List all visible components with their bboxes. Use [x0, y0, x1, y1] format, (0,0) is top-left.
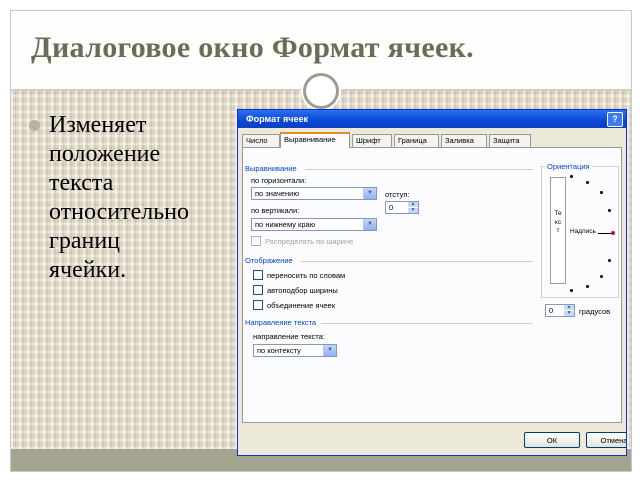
vertical-select[interactable]: по нижнему краю ▼ — [251, 218, 377, 231]
tab-fill[interactable]: Заливка — [441, 134, 487, 147]
shrink-to-fit-row[interactable]: автоподбор ширины — [253, 285, 338, 295]
dial-pointer — [598, 233, 612, 234]
cancel-button[interactable]: Отмена — [586, 432, 626, 448]
direction-group-label: Направление текста — [245, 318, 317, 327]
horizontal-select-value: по значению — [255, 189, 299, 198]
indent-value: 0 — [389, 203, 394, 212]
dial-tick — [608, 259, 611, 262]
dial-text: Надпись — [570, 228, 596, 235]
spinner-down-icon[interactable]: ▼ — [408, 208, 418, 213]
slide-title: Диалоговое окно Формат ячеек. — [31, 31, 474, 64]
indent-label: отступ: — [385, 190, 410, 199]
tab-font[interactable]: Шрифт — [352, 134, 392, 147]
dial-tick — [600, 191, 603, 194]
help-icon[interactable]: ? — [607, 112, 623, 127]
direction-select[interactable]: по контексту ▼ — [253, 344, 337, 357]
alignment-group-label: Выравнивание — [245, 164, 297, 173]
ok-button[interactable]: ОК — [524, 432, 580, 448]
wrap-text-checkbox[interactable] — [253, 270, 263, 280]
tab-number[interactable]: Число — [242, 134, 280, 147]
ring-decoration-icon — [303, 73, 339, 109]
dial-tick — [570, 289, 573, 292]
distribute-label: Распределять по ширине — [265, 236, 354, 246]
wrap-text-label: переносить по словам — [267, 270, 346, 280]
dropdown-arrow-icon[interactable]: ▼ — [323, 345, 336, 356]
bullet-item: Изменяет положение текста относительно г… — [29, 111, 239, 285]
distribute-checkbox-row[interactable]: Распределять по ширине — [251, 236, 353, 246]
display-group-label: Отображение — [245, 256, 293, 265]
group-divider — [305, 169, 533, 170]
slide: Диалоговое окно Формат ячеек. Изменяет п… — [10, 10, 632, 472]
dropdown-arrow-icon[interactable]: ▼ — [363, 219, 376, 230]
horizontal-label: по горизонтали: — [251, 176, 307, 185]
spinner-down-icon[interactable]: ▼ — [564, 311, 574, 316]
horizontal-select[interactable]: по значению ▼ — [251, 187, 377, 200]
merge-cells-row[interactable]: объединение ячеек — [253, 300, 335, 310]
group-divider — [301, 261, 533, 262]
dial-handle[interactable] — [611, 231, 615, 235]
degrees-spinner[interactable]: 0 ▲ ▼ — [545, 304, 575, 317]
direction-select-value: по контексту — [257, 346, 301, 355]
degrees-label: градусов — [579, 307, 611, 316]
vertical-text-button[interactable]: Текст — [550, 177, 566, 284]
dial-tick — [586, 285, 589, 288]
bullet-text: Изменяет положение текста относительно г… — [49, 112, 190, 283]
distribute-checkbox[interactable] — [251, 236, 261, 246]
bullet-icon — [29, 120, 40, 131]
tab-alignment[interactable]: Выравнивание — [280, 132, 350, 148]
alignment-panel: Выравнивание по горизонтали: по значению… — [242, 147, 622, 423]
indent-spinner[interactable]: 0 ▲ ▼ — [385, 201, 419, 214]
vertical-label: по вертикали: — [251, 206, 300, 215]
merge-cells-label: объединение ячеек — [267, 300, 335, 310]
orientation-box: Текст Надпись — [541, 166, 619, 298]
format-cells-dialog: Формат ячеек ? Число Выравнивание Шрифт … — [237, 109, 627, 456]
group-divider — [321, 323, 533, 324]
dropdown-arrow-icon[interactable]: ▼ — [363, 188, 376, 199]
orientation-group-label: Ориентация — [545, 162, 592, 171]
vertical-text: Текст — [554, 210, 562, 234]
dialog-title: Формат ячеек — [246, 114, 309, 124]
dial-tick — [586, 181, 589, 184]
direction-label: направление текста: — [253, 332, 325, 341]
dialog-titlebar[interactable]: Формат ячеек ? — [238, 110, 626, 128]
wrap-text-row[interactable]: переносить по словам — [253, 270, 345, 280]
dial-tick — [608, 209, 611, 212]
dial-tick — [570, 175, 573, 178]
vertical-select-value: по нижнему краю — [255, 220, 316, 229]
degrees-value: 0 — [549, 306, 554, 315]
tab-border[interactable]: Граница — [394, 134, 439, 147]
tab-protection[interactable]: Защита — [489, 134, 531, 147]
merge-cells-checkbox[interactable] — [253, 300, 263, 310]
dial-tick — [600, 275, 603, 278]
bullet-list: Изменяет положение текста относительно г… — [29, 111, 239, 285]
shrink-to-fit-checkbox[interactable] — [253, 285, 263, 295]
shrink-to-fit-label: автоподбор ширины — [267, 285, 338, 295]
